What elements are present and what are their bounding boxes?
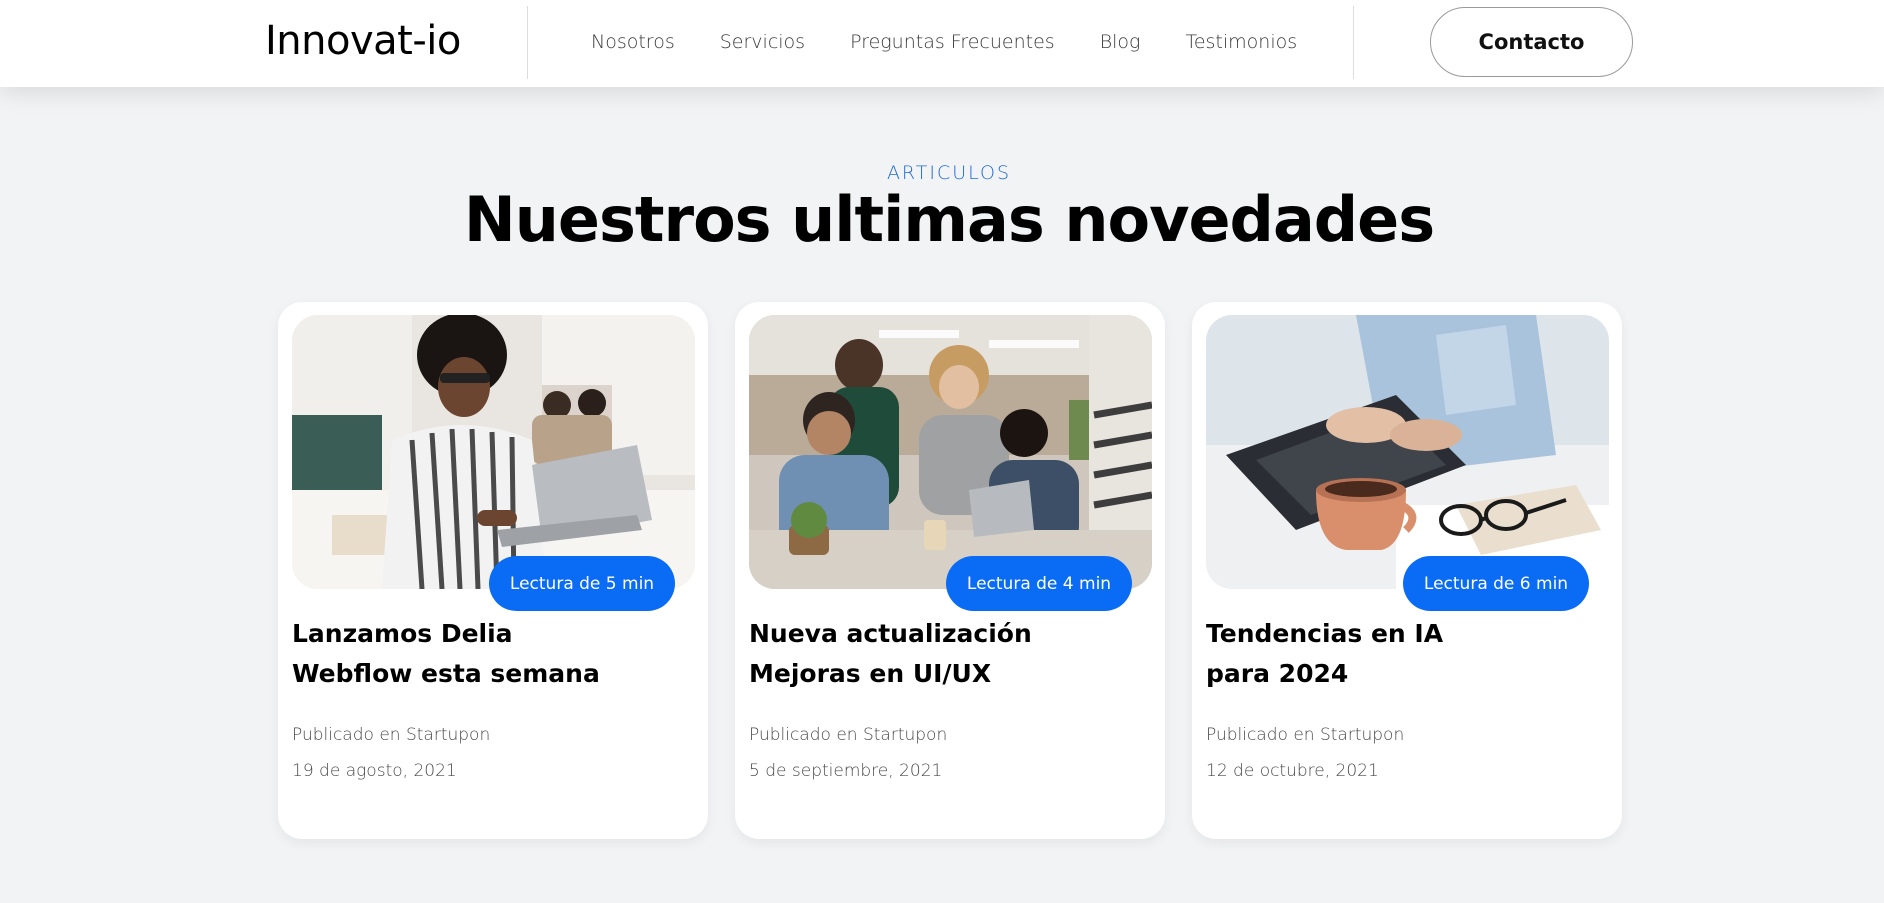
header-divider	[527, 6, 528, 79]
nav-link-testimonios[interactable]: Testimonios	[1185, 31, 1297, 53]
read-time-badge[interactable]: Lectura de 5 min	[489, 556, 675, 611]
read-time-badge[interactable]: Lectura de 6 min	[1403, 556, 1589, 611]
nav-link-preguntas-frecuentes[interactable]: Preguntas Frecuentes	[850, 31, 1055, 53]
article-title-line: Lanzamos Delia	[292, 619, 513, 648]
contact-button[interactable]: Contacto	[1430, 7, 1633, 77]
header-divider	[1353, 6, 1354, 79]
article-card[interactable]: Lectura de 6 min Tendencias en IA para 2…	[1192, 302, 1622, 839]
section-title: Nuestros ultimas novedades	[463, 183, 1435, 256]
article-title[interactable]: Lanzamos Delia Webflow esta semana	[292, 614, 692, 694]
article-meta: Publicado en Startupon 12 de octubre, 20…	[1206, 717, 1404, 789]
article-publisher: Publicado en Startupon	[1206, 725, 1405, 745]
article-date: 12 de octubre, 2021	[1206, 761, 1379, 781]
main-nav: Nosotros Servicios Preguntas Frecuentes …	[591, 29, 1297, 55]
article-date: 5 de septiembre, 2021	[749, 761, 943, 781]
article-card[interactable]: Lectura de 4 min Nueva actualización Mej…	[735, 302, 1165, 839]
article-publisher: Publicado en Startupon	[292, 725, 491, 745]
nav-link-blog[interactable]: Blog	[1100, 31, 1141, 53]
article-photo-woman-laptop	[292, 315, 695, 589]
nav-link-servicios[interactable]: Servicios	[720, 31, 805, 53]
logo[interactable]: Innovat-io	[265, 18, 461, 64]
article-photo-team-meeting	[749, 315, 1152, 589]
article-title[interactable]: Tendencias en IA para 2024	[1206, 614, 1606, 694]
article-meta: Publicado en Startupon 19 de agosto, 202…	[292, 717, 490, 789]
site-header: Innovat-io Nosotros Servicios Preguntas …	[0, 0, 1884, 87]
article-card[interactable]: Lectura de 5 min Lanzamos Delia Webflow …	[278, 302, 708, 839]
article-title-line: Mejoras en UI/UX	[749, 659, 992, 688]
article-title[interactable]: Nueva actualización Mejoras en UI/UX	[749, 614, 1149, 694]
article-title-line: para 2024	[1206, 659, 1349, 688]
article-image[interactable]	[292, 315, 695, 589]
nav-link-nosotros[interactable]: Nosotros	[591, 31, 675, 53]
read-time-badge[interactable]: Lectura de 4 min	[946, 556, 1132, 611]
article-photo-laptop-coffee	[1206, 315, 1609, 589]
article-title-line: Tendencias en IA	[1206, 619, 1444, 648]
article-publisher: Publicado en Startupon	[749, 725, 948, 745]
section-eyebrow: ARTICULOS	[886, 162, 1012, 184]
article-title-line: Nueva actualización	[749, 619, 1032, 648]
article-image[interactable]	[1206, 315, 1609, 589]
article-image[interactable]	[749, 315, 1152, 589]
article-title-line: Webflow esta semana	[292, 659, 600, 688]
article-date: 19 de agosto, 2021	[292, 761, 457, 781]
article-meta: Publicado en Startupon 5 de septiembre, …	[749, 717, 947, 789]
